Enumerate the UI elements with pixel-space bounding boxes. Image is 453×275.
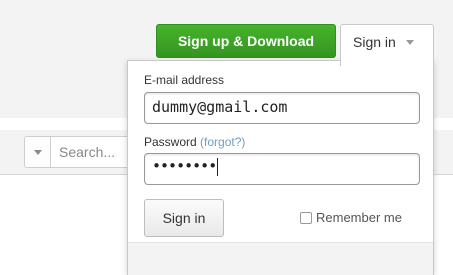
password-mask: •••••••• xyxy=(152,157,217,175)
password-field[interactable]: •••••••• xyxy=(144,153,420,185)
panel-footer xyxy=(128,242,433,275)
forgot-password-link[interactable]: (forgot?) xyxy=(200,135,245,149)
password-label-row: Password (forgot?) xyxy=(144,135,245,149)
remember-me-option[interactable]: Remember me xyxy=(300,210,402,225)
email-label: E-mail address xyxy=(144,73,225,87)
chevron-down-icon xyxy=(405,40,414,45)
signin-menu-toggle[interactable]: Sign in xyxy=(340,24,434,66)
signup-download-button[interactable]: Sign up & Download xyxy=(156,24,336,58)
text-cursor xyxy=(217,157,219,176)
filter-dropdown[interactable] xyxy=(24,136,50,168)
email-field[interactable]: dummy@gmail.com xyxy=(144,92,420,124)
login-dropdown-panel: E-mail address dummy@gmail.com Password … xyxy=(127,60,434,275)
sign-in-button[interactable]: Sign in xyxy=(144,199,224,237)
signin-toggle-label: Sign in xyxy=(353,34,396,50)
password-label: Password xyxy=(144,135,197,149)
remember-me-label: Remember me xyxy=(316,210,402,225)
chevron-down-icon xyxy=(33,149,42,155)
remember-me-checkbox[interactable] xyxy=(300,211,312,224)
